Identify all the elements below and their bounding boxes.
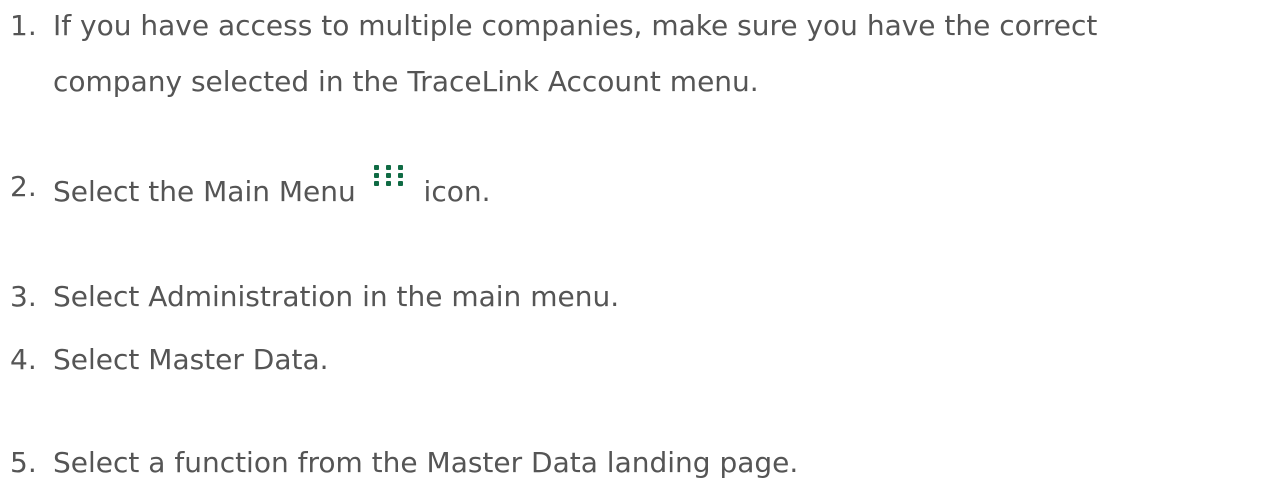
step-text-before-icon: Select the Main Menu	[53, 175, 365, 208]
step-item-5: 5. Select a function from the Master Dat…	[10, 441, 1279, 485]
step-text: Select the Main Menu icon.	[53, 165, 1279, 214]
step-item-2: 2. Select the Main Menu icon.	[10, 165, 1279, 214]
step-item-4: 4. Select Master Data.	[10, 338, 1279, 382]
main-menu-grid-icon	[371, 165, 409, 187]
step-number: 1.	[10, 9, 37, 42]
step-text: Select Administration in the main menu.	[53, 280, 620, 313]
step-number: 4.	[10, 343, 37, 376]
step-text: If you have access to multiple companies…	[53, 4, 1279, 104]
step-text: Select Master Data.	[53, 343, 329, 376]
step-text-line: company selected in the TraceLink Accoun…	[53, 65, 759, 98]
step-number: 2.	[10, 170, 37, 203]
step-number: 3.	[10, 280, 37, 313]
step-item-1: 1. If you have access to multiple compan…	[10, 4, 1279, 104]
step-text-after-icon: icon.	[414, 175, 491, 208]
step-item-3: 3. Select Administration in the main men…	[10, 275, 1279, 319]
step-text-line: If you have access to multiple companies…	[53, 9, 1098, 42]
step-text: Select a function from the Master Data l…	[53, 446, 799, 479]
step-number: 5.	[10, 446, 37, 479]
